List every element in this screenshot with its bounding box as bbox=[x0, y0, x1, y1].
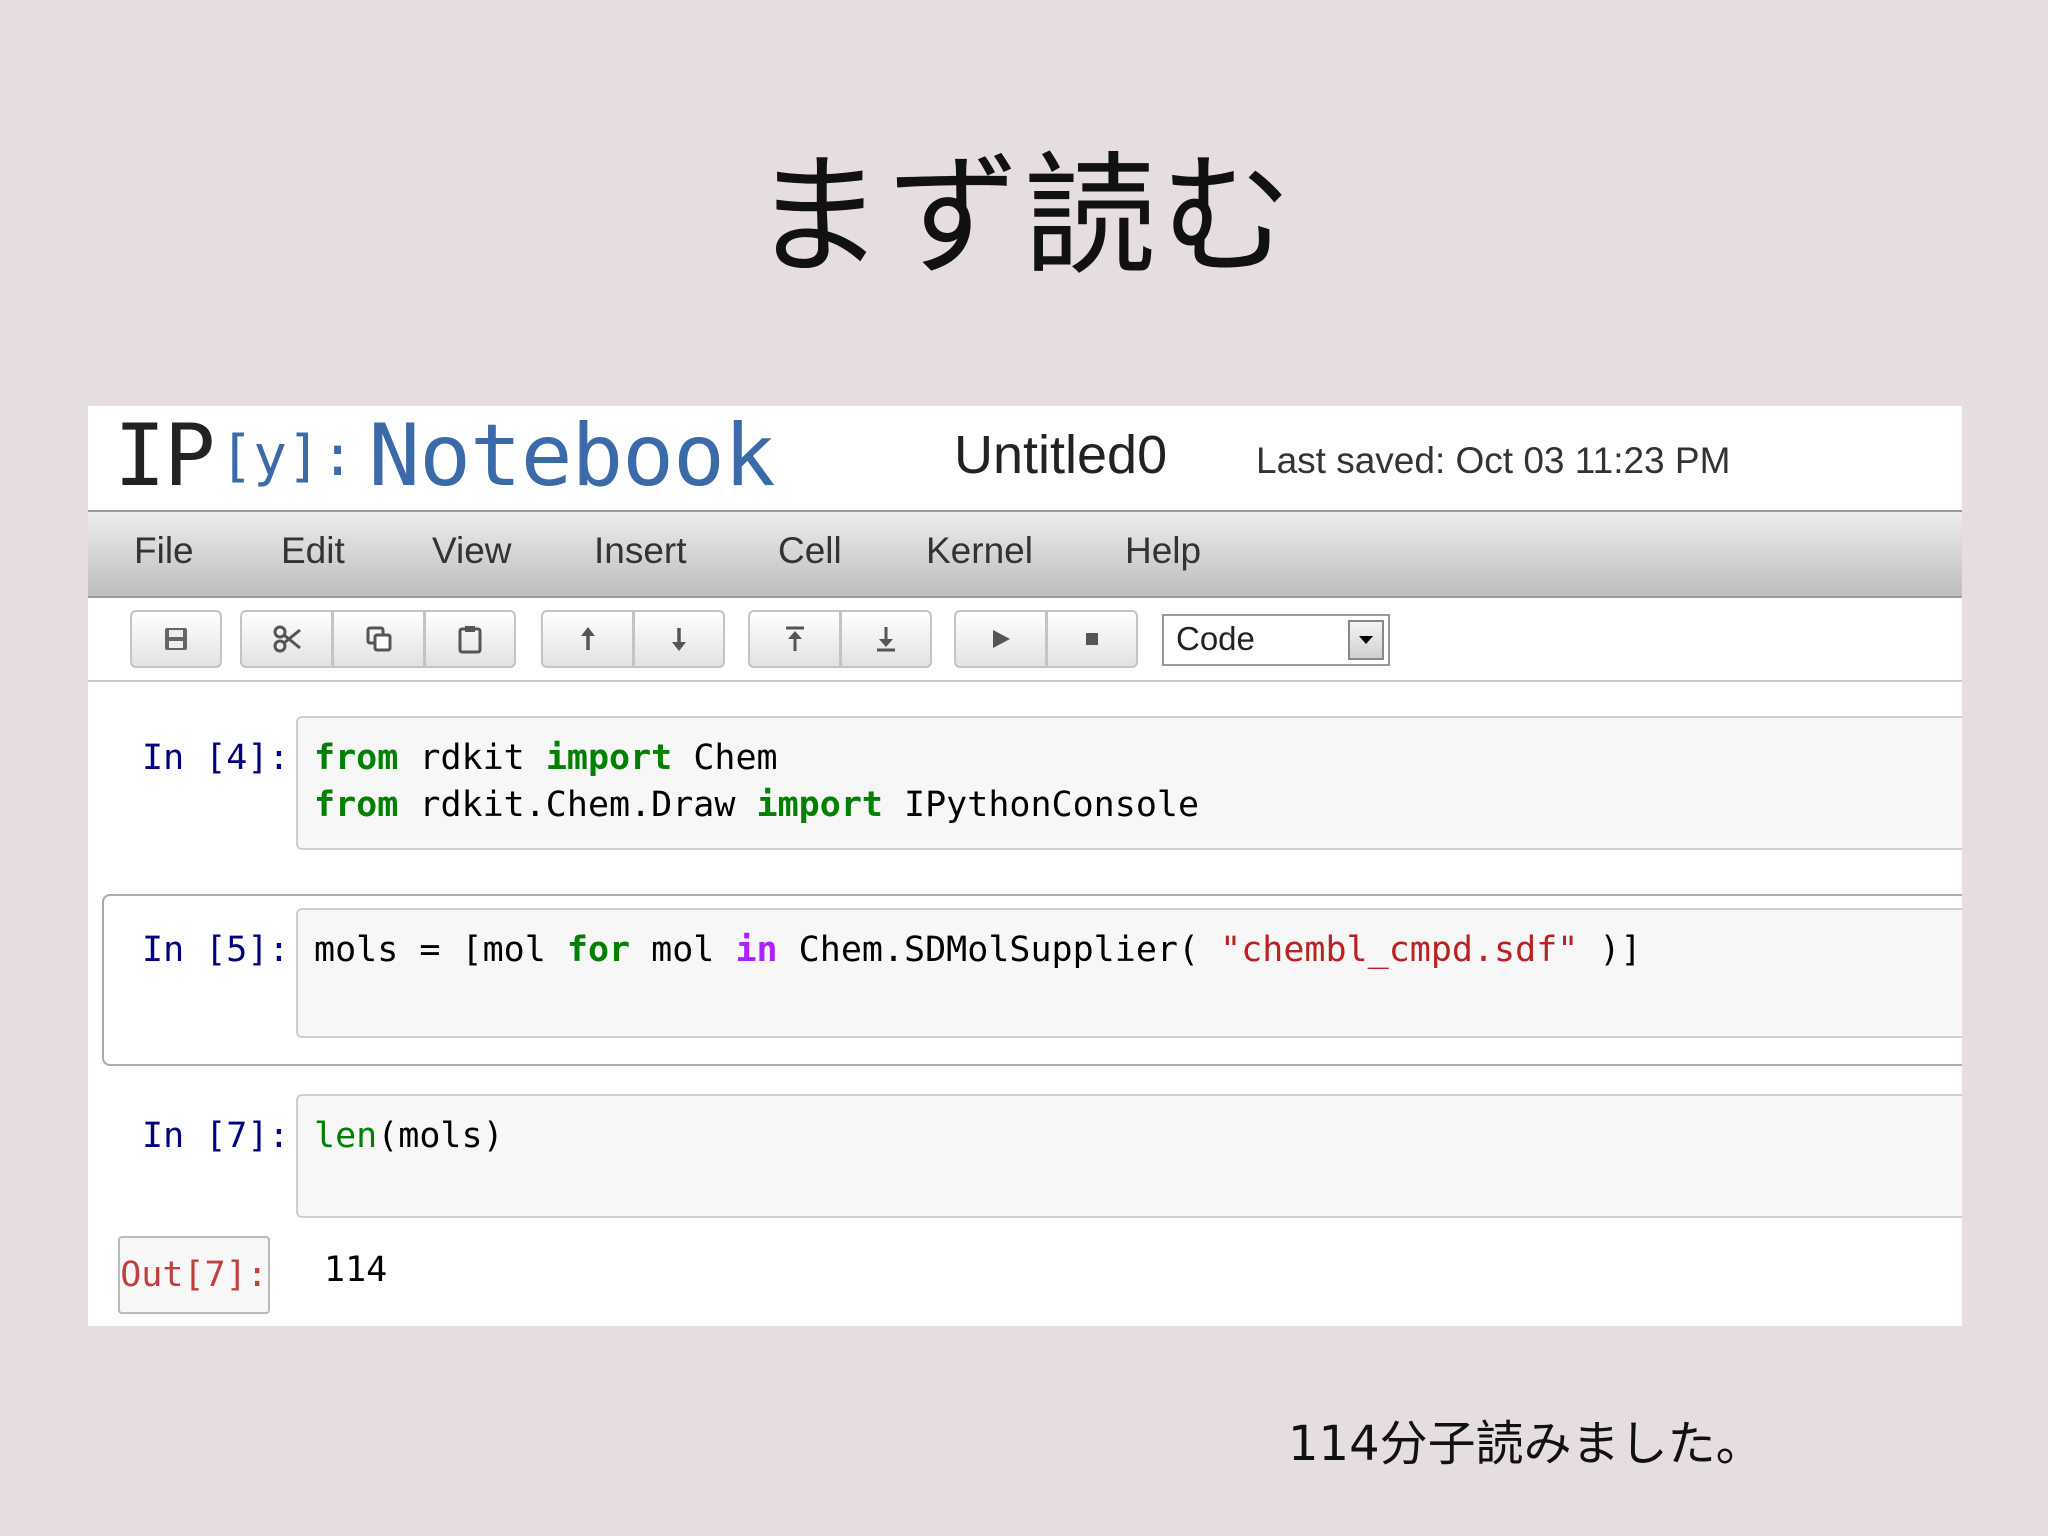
dropdown-arrow-icon[interactable] bbox=[1348, 620, 1384, 660]
insert-button-group bbox=[748, 610, 932, 668]
keyword: from bbox=[314, 738, 399, 778]
stop-icon bbox=[1086, 633, 1098, 645]
code-text: (mols) bbox=[377, 1116, 504, 1156]
move-up-icon bbox=[580, 627, 595, 650]
code-text: IPythonConsole bbox=[882, 785, 1200, 825]
code-text: mols = [mol bbox=[314, 930, 567, 970]
code-text: Chem bbox=[672, 738, 778, 778]
menu-insert[interactable]: Insert bbox=[594, 530, 687, 572]
menu-file[interactable]: File bbox=[134, 530, 194, 572]
logo-y: [y]: bbox=[219, 423, 355, 489]
code-text: mol bbox=[630, 930, 736, 970]
notebook-name[interactable]: Untitled0 bbox=[954, 424, 1167, 486]
paste-button[interactable] bbox=[424, 610, 516, 668]
menu-kernel[interactable]: Kernel bbox=[926, 530, 1033, 572]
notebook-header: IP [y]: Notebook Untitled0 Last saved: O… bbox=[88, 406, 1962, 510]
code-text: )] bbox=[1578, 930, 1642, 970]
paste-icon bbox=[458, 626, 482, 654]
cell-3-code-input[interactable]: len(mols) bbox=[296, 1094, 1962, 1218]
cut-icon bbox=[273, 625, 301, 653]
keyword: import bbox=[545, 738, 673, 778]
builtin-function: len bbox=[314, 1116, 378, 1156]
code-text: rdkit.Chem.Draw bbox=[398, 785, 757, 825]
cell-type-select[interactable]: Code bbox=[1162, 614, 1390, 666]
insert-above-button[interactable] bbox=[748, 610, 840, 668]
notebook-screenshot: IP [y]: Notebook Untitled0 Last saved: O… bbox=[88, 406, 1962, 1326]
save-icon bbox=[165, 628, 187, 650]
edit-button-group bbox=[240, 610, 516, 668]
cell-3-output-prompt: Out[7]: bbox=[118, 1236, 270, 1314]
run-button[interactable] bbox=[954, 610, 1046, 668]
cell-3-input-prompt: In [7]: bbox=[142, 1116, 290, 1156]
code-text: rdkit bbox=[398, 738, 546, 778]
move-down-icon bbox=[672, 628, 686, 651]
file-button-group bbox=[130, 610, 222, 668]
cell-type-value: Code bbox=[1176, 620, 1255, 657]
cell-2-code-input[interactable]: mols = [mol for mol in Chem.SDMolSupplie… bbox=[296, 908, 1962, 1038]
run-button-group bbox=[954, 610, 1138, 668]
keyword: from bbox=[314, 785, 399, 825]
cell-2-input-prompt: In [5]: bbox=[142, 930, 290, 970]
move-down-button[interactable] bbox=[633, 610, 725, 668]
keyword: for bbox=[566, 930, 631, 970]
menu-cell[interactable]: Cell bbox=[778, 530, 842, 572]
code-line: mols = [mol for mol in Chem.SDMolSupplie… bbox=[314, 930, 1642, 970]
string-literal: "chembl_cmpd.sdf" bbox=[1220, 930, 1579, 970]
menu-help[interactable]: Help bbox=[1125, 530, 1201, 572]
menu-view[interactable]: View bbox=[432, 530, 512, 572]
toolbar: Code bbox=[88, 598, 1962, 682]
slide-title: まず読む bbox=[752, 140, 1296, 294]
move-button-group bbox=[541, 610, 725, 668]
move-up-button[interactable] bbox=[541, 610, 633, 668]
cell-1-input-prompt: In [4]: bbox=[142, 738, 290, 778]
ipython-logo[interactable]: IP [y]: Notebook bbox=[114, 406, 776, 508]
code-line: len(mols) bbox=[314, 1116, 504, 1156]
keyword: in bbox=[735, 930, 778, 970]
code-line: from rdkit import Chem bbox=[314, 738, 778, 778]
insert-below-button[interactable] bbox=[840, 610, 932, 668]
insert-below-icon bbox=[877, 627, 895, 652]
menu-edit[interactable]: Edit bbox=[281, 530, 345, 572]
cell-3-output: 114 bbox=[324, 1250, 388, 1290]
stop-button[interactable] bbox=[1046, 610, 1138, 668]
copy-icon bbox=[366, 626, 391, 652]
slide-caption: 114分子読みました。 bbox=[1288, 1416, 1764, 1472]
keyword: import bbox=[756, 785, 883, 825]
code-line: from rdkit.Chem.Draw import IPythonConso… bbox=[314, 785, 1199, 825]
insert-above-icon bbox=[785, 626, 804, 651]
copy-button[interactable] bbox=[332, 610, 424, 668]
menubar: File Edit View Insert Cell Kernel Help bbox=[88, 510, 1962, 598]
run-icon bbox=[992, 630, 1010, 648]
last-saved-status: Last saved: Oct 03 11:23 PM bbox=[1256, 440, 1731, 481]
cut-button[interactable] bbox=[240, 610, 332, 668]
logo-notebook: Notebook bbox=[368, 406, 775, 506]
logo-ip: IP bbox=[114, 406, 216, 506]
save-button[interactable] bbox=[130, 610, 222, 668]
code-text: Chem.SDMolSupplier( bbox=[777, 930, 1221, 970]
cell-1-code-input[interactable]: from rdkit import Chem from rdkit.Chem.D… bbox=[296, 716, 1962, 850]
